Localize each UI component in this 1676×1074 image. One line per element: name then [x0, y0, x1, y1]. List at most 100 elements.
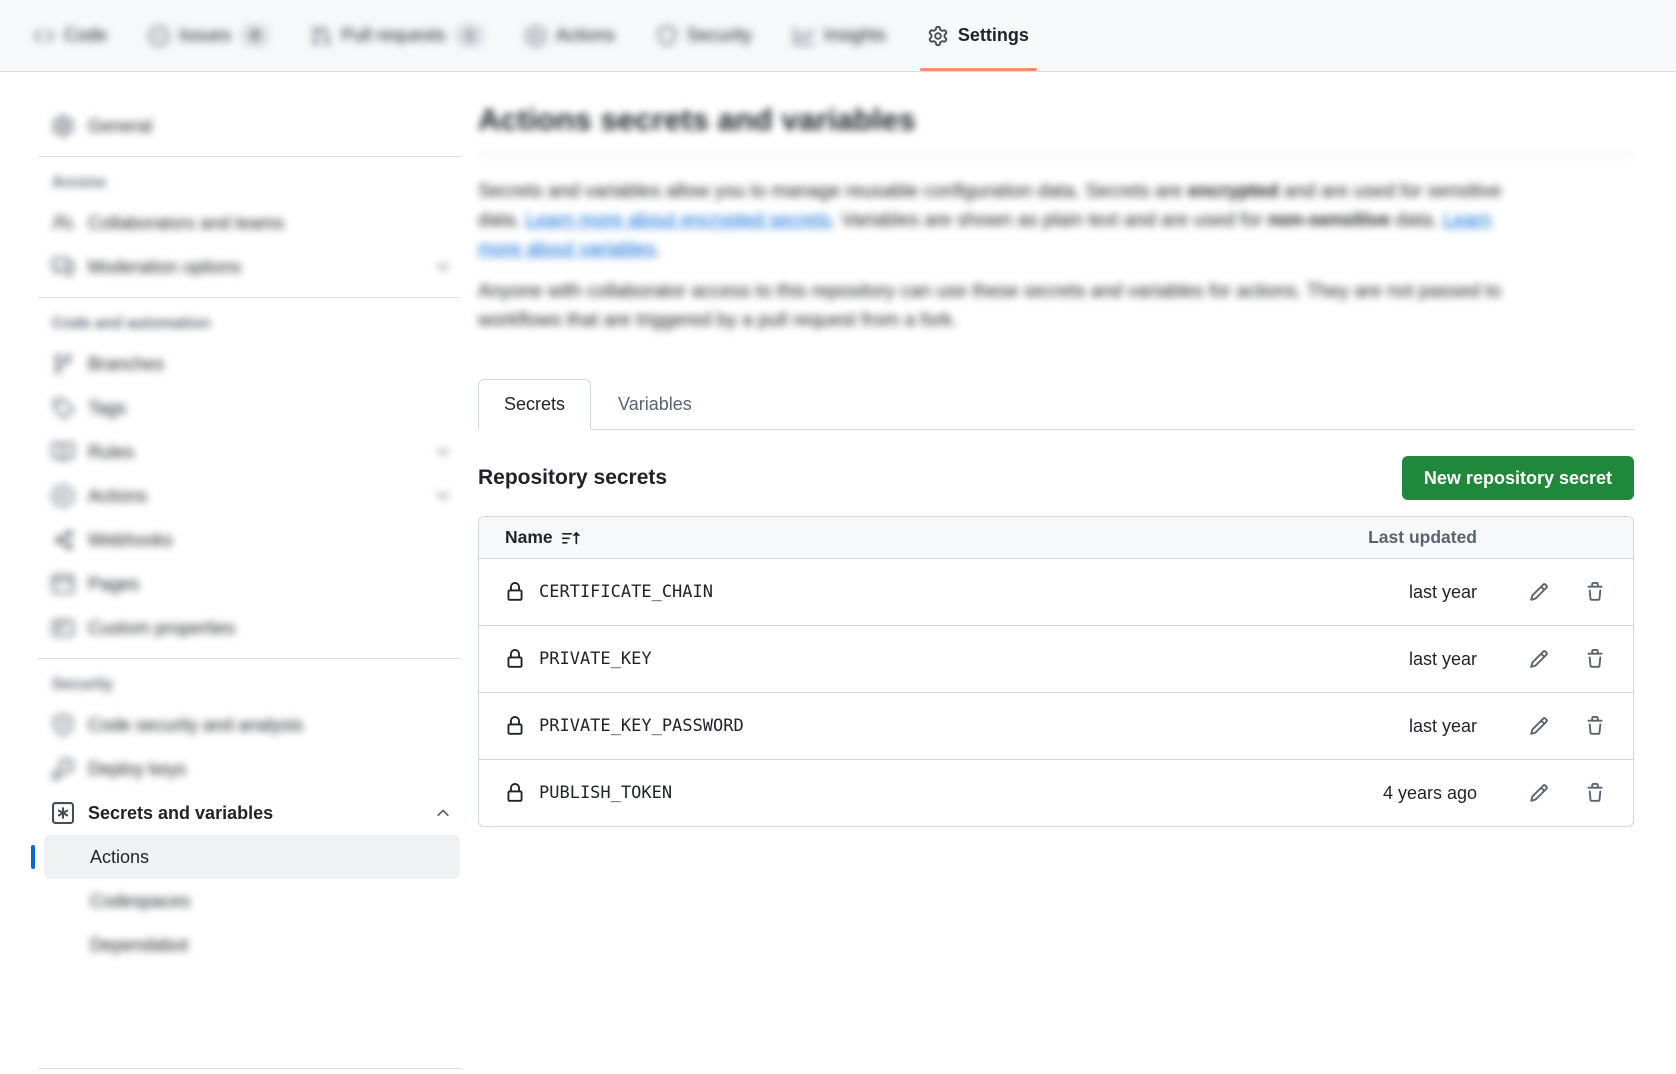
- sidebar-item-webhooks[interactable]: Webhooks: [44, 518, 460, 562]
- edit-secret-button[interactable]: [1517, 639, 1561, 679]
- sidebar-item-label: Tags: [88, 398, 126, 419]
- play-circle-icon: [526, 26, 546, 46]
- tab-label: Actions: [556, 25, 615, 46]
- delete-secret-button[interactable]: [1573, 639, 1617, 679]
- description-paragraph-1: Secrets and variables allow you to manag…: [478, 177, 1518, 264]
- sidebar-item-label: Deploy keys: [88, 759, 186, 780]
- sidebar-item-custom-properties[interactable]: Custom properties: [44, 606, 460, 650]
- name-column-header[interactable]: Name: [505, 527, 1347, 548]
- description-text: Secrets and variables allow you to manag…: [478, 181, 1188, 202]
- repository-secrets-header: Repository secrets New repository secret: [478, 456, 1634, 500]
- chevron-down-icon: [434, 443, 452, 461]
- lock-icon: [505, 582, 525, 602]
- link-learn-encrypted-secrets[interactable]: Learn more about encrypted secrets: [526, 210, 831, 231]
- secrets-table: Name Last updated CERTIFICATE_CHAIN last…: [478, 516, 1634, 827]
- tag-icon: [52, 397, 74, 419]
- delete-secret-button[interactable]: [1573, 572, 1617, 612]
- sidebar-subitem-actions[interactable]: Actions: [44, 835, 460, 879]
- lock-icon: [505, 649, 525, 669]
- sidebar-section-security: Security: [44, 673, 460, 697]
- active-tab-underline: [920, 68, 1037, 71]
- book-icon: [52, 441, 74, 463]
- tab-variables[interactable]: Variables: [593, 380, 717, 429]
- chevron-down-icon: [434, 258, 452, 276]
- git-pull-request-icon: [311, 26, 331, 46]
- sidebar-item-label: Code security and analysis: [88, 715, 303, 736]
- sidebar-item-label: Custom properties: [88, 618, 235, 639]
- sidebar-item-secrets-and-variables[interactable]: Secrets and variables: [44, 791, 460, 835]
- description-bold-non-sensitive: non-sensitive: [1268, 210, 1390, 231]
- pencil-icon: [1529, 716, 1549, 736]
- pencil-icon: [1529, 783, 1549, 803]
- sidebar-item-branches[interactable]: Branches: [44, 342, 460, 386]
- last-updated-column-header: Last updated: [1347, 527, 1477, 548]
- graph-icon: [794, 26, 814, 46]
- edit-secret-button[interactable]: [1517, 572, 1561, 612]
- delete-secret-button[interactable]: [1573, 773, 1617, 813]
- sidebar-item-pages[interactable]: Pages: [44, 562, 460, 606]
- description-text: data.: [1390, 210, 1443, 231]
- lock-icon: [505, 783, 525, 803]
- tab-security[interactable]: Security: [647, 0, 762, 71]
- sidebar-divider: [38, 297, 460, 298]
- gear-icon: [928, 26, 948, 46]
- secret-actions: [1477, 572, 1617, 612]
- sidebar-item-label: Secrets and variables: [88, 803, 273, 824]
- webhook-icon: [52, 529, 74, 551]
- sidebar-item-label: Moderation options: [88, 257, 241, 278]
- sidebar-item-collaborators[interactable]: Collaborators and teams: [44, 201, 460, 245]
- trash-icon: [1585, 582, 1605, 602]
- tab-label: Settings: [958, 25, 1029, 46]
- repo-nav: Code Issues 8 Pull requests 1 Actions Se…: [0, 0, 1676, 72]
- edit-secret-button[interactable]: [1517, 773, 1561, 813]
- trash-icon: [1585, 649, 1605, 669]
- tab-label: Insights: [824, 25, 886, 46]
- sidebar-item-actions[interactable]: Actions: [44, 474, 460, 518]
- play-circle-icon: [52, 485, 74, 507]
- gear-icon: [52, 115, 74, 137]
- key-icon: [52, 758, 74, 780]
- secret-name-cell: PRIVATE_KEY_PASSWORD: [505, 716, 1347, 736]
- sidebar-subitem-codespaces[interactable]: Codespaces: [44, 879, 460, 923]
- sidebar-item-moderation-options[interactable]: Moderation options: [44, 245, 460, 289]
- secret-name: PUBLISH_TOKEN: [539, 783, 672, 803]
- code-icon: [34, 26, 54, 46]
- secret-name: CERTIFICATE_CHAIN: [539, 582, 713, 602]
- secrets-variables-tabs: Secrets Variables: [478, 379, 1634, 430]
- lock-icon: [505, 716, 525, 736]
- sidebar-item-rules[interactable]: Rules: [44, 430, 460, 474]
- tab-code[interactable]: Code: [24, 0, 117, 71]
- sidebar-item-deploy-keys[interactable]: Deploy keys: [44, 747, 460, 791]
- issue-opened-icon: [149, 26, 169, 46]
- tab-insights[interactable]: Insights: [784, 0, 896, 71]
- secret-name-cell: CERTIFICATE_CHAIN: [505, 582, 1347, 602]
- tab-pull-requests[interactable]: Pull requests 1: [301, 0, 493, 71]
- secret-updated: last year: [1347, 649, 1477, 670]
- trash-icon: [1585, 716, 1605, 736]
- settings-main-content: Actions secrets and variables Secrets an…: [478, 96, 1634, 827]
- new-repository-secret-button[interactable]: New repository secret: [1402, 456, 1634, 500]
- edit-secret-button[interactable]: [1517, 706, 1561, 746]
- tab-issues[interactable]: Issues 8: [139, 0, 279, 71]
- description-text: .: [655, 239, 660, 260]
- shield-lock-icon: [52, 714, 74, 736]
- sidebar-item-general[interactable]: General: [44, 104, 460, 148]
- tab-label: Code: [64, 25, 107, 46]
- secret-updated: last year: [1347, 582, 1477, 603]
- sort-ascending-icon: [562, 529, 580, 547]
- sidebar-item-label: Collaborators and teams: [88, 213, 284, 234]
- tab-secrets[interactable]: Secrets: [478, 379, 591, 430]
- key-asterisk-icon: [52, 802, 74, 824]
- secret-row: PRIVATE_KEY last year: [479, 625, 1633, 692]
- sidebar-item-tags[interactable]: Tags: [44, 386, 460, 430]
- people-icon: [52, 212, 74, 234]
- tab-label: Security: [687, 25, 752, 46]
- tab-actions[interactable]: Actions: [516, 0, 625, 71]
- delete-secret-button[interactable]: [1573, 706, 1617, 746]
- chevron-up-icon: [434, 804, 452, 822]
- sidebar-item-label: Pages: [88, 574, 139, 595]
- tab-settings[interactable]: Settings: [918, 0, 1039, 71]
- secrets-table-header: Name Last updated: [479, 517, 1633, 558]
- sidebar-item-code-security[interactable]: Code security and analysis: [44, 703, 460, 747]
- sidebar-subitem-dependabot[interactable]: Dependabot: [44, 923, 460, 967]
